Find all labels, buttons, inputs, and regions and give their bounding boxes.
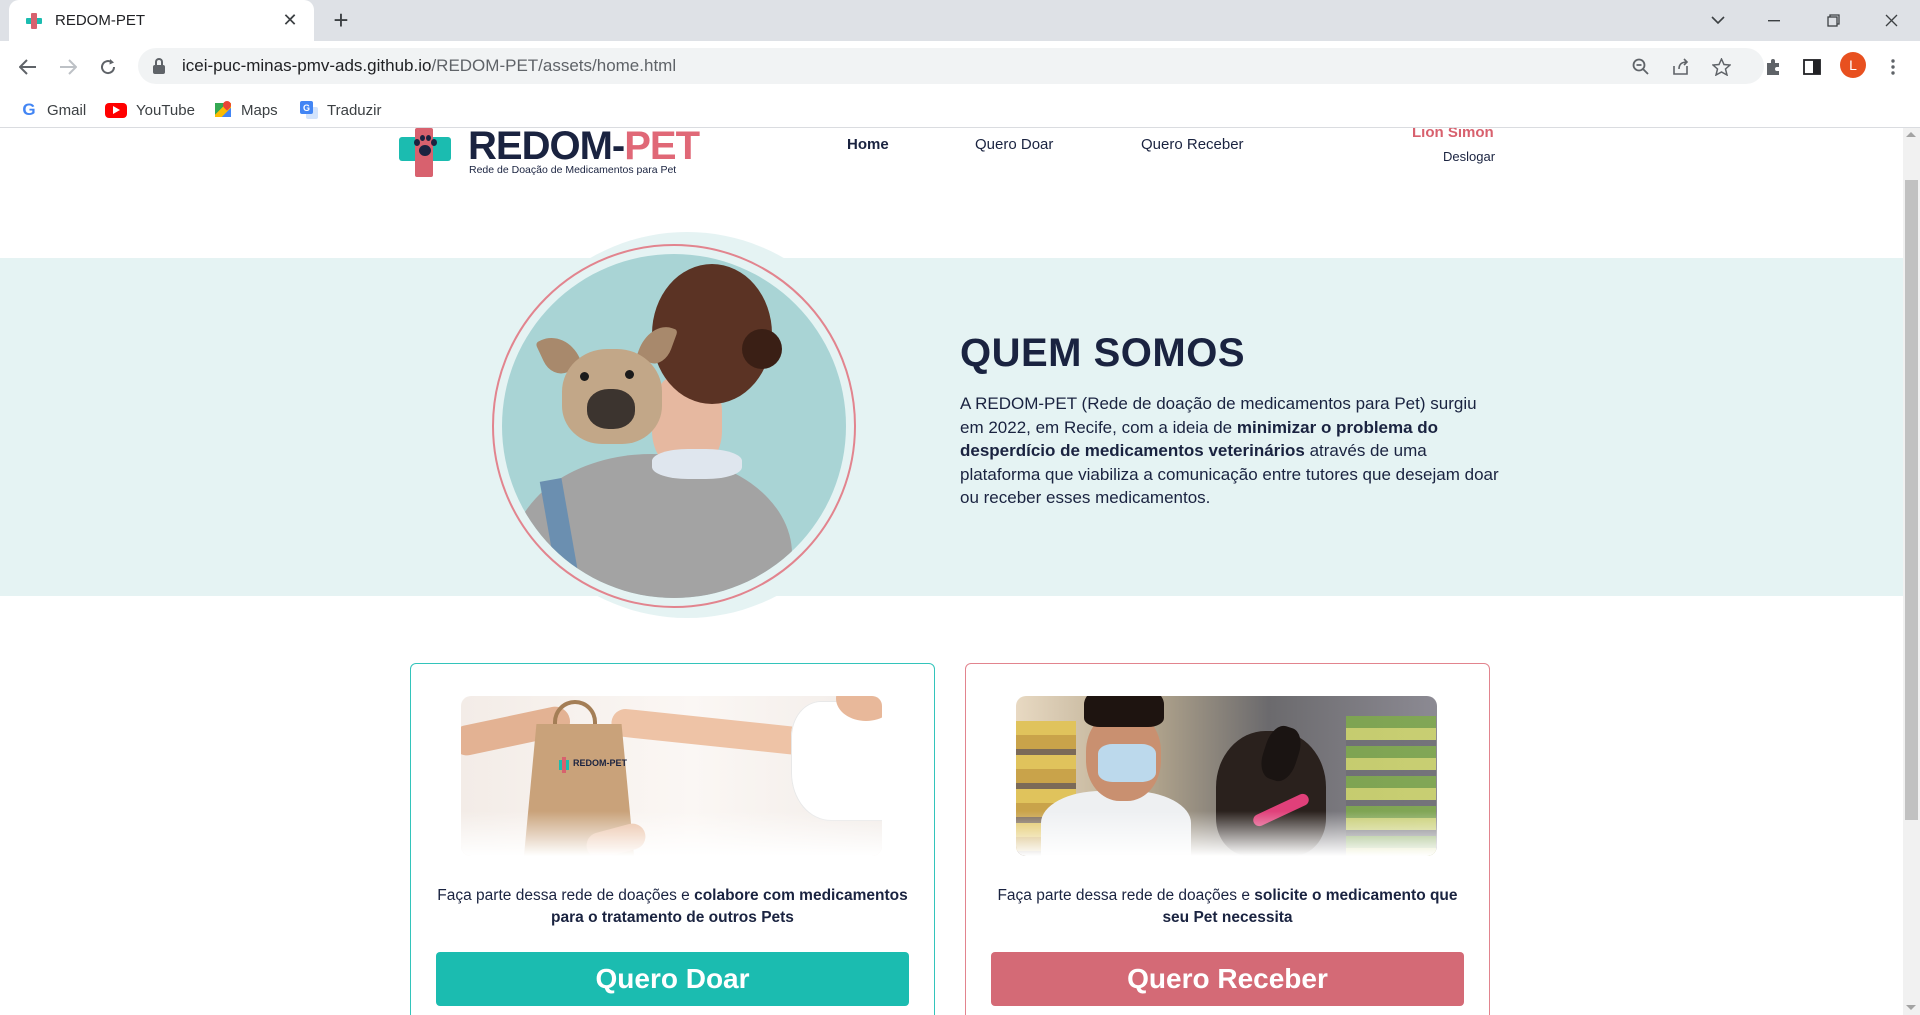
redom-pet-favicon-icon xyxy=(25,12,43,30)
bookmark-label: Maps xyxy=(241,101,278,119)
page-viewport: REDOM-PET Rede de Doação de Medicamentos… xyxy=(0,128,1903,1015)
bag-logo-text: REDOM-PET xyxy=(573,758,627,768)
tab-title: REDOM-PET xyxy=(55,12,145,29)
hero-ring xyxy=(492,244,856,608)
bookmark-traduzir[interactable]: G Traduzir xyxy=(300,99,381,121)
nav-quero-receber[interactable]: Quero Receber xyxy=(1141,136,1244,153)
active-tab[interactable]: REDOM-PET ✕ xyxy=(9,0,314,41)
hero-band xyxy=(0,258,1903,596)
browser-toolbar: icei-puc-minas-pmv-ads.github.io/REDOM-P… xyxy=(0,41,1920,91)
menu-icon[interactable] xyxy=(1880,54,1906,80)
lock-icon[interactable] xyxy=(152,58,166,74)
user-name: Lion Simon xyxy=(1412,128,1494,141)
maps-icon xyxy=(214,99,233,119)
vet-with-dog-image xyxy=(1016,696,1437,856)
scroll-up-icon[interactable] xyxy=(1906,132,1916,137)
extensions-icon[interactable] xyxy=(1760,54,1786,80)
paw-icon xyxy=(413,134,437,160)
forward-icon[interactable] xyxy=(52,51,84,83)
nav-home[interactable]: Home xyxy=(847,136,889,153)
profile-avatar[interactable]: L xyxy=(1840,52,1866,78)
quero-doar-button[interactable]: Quero Doar xyxy=(436,952,909,1006)
scrollbar-thumb[interactable] xyxy=(1905,180,1918,820)
logout-link[interactable]: Deslogar xyxy=(1443,149,1495,164)
tab-search-icon[interactable] xyxy=(1695,0,1741,41)
back-icon[interactable] xyxy=(12,51,44,83)
restore-icon[interactable] xyxy=(1810,0,1856,41)
tab-strip: REDOM-PET ✕ + xyxy=(0,0,1920,41)
share-icon[interactable] xyxy=(1670,56,1692,78)
scroll-down-icon[interactable] xyxy=(1906,1005,1916,1010)
about-title: QUEM SOMOS xyxy=(960,331,1246,375)
close-tab-icon[interactable]: ✕ xyxy=(280,10,300,31)
new-tab-button[interactable]: + xyxy=(326,6,356,36)
close-window-icon[interactable] xyxy=(1868,0,1914,41)
youtube-icon xyxy=(105,102,127,118)
bookmarks-bar: G Gmail YouTube Maps G Traduzir xyxy=(0,91,1920,128)
donate-card: REDOM-PET Faça parte dessa rede de doaçõ… xyxy=(410,663,935,1015)
bookmark-star-icon[interactable] xyxy=(1710,56,1732,78)
url-text: icei-puc-minas-pmv-ads.github.io/REDOM-P… xyxy=(182,56,677,75)
about-text: A REDOM-PET (Rede de doação de medicamen… xyxy=(960,394,1499,507)
donation-bag-handover-image: REDOM-PET xyxy=(461,696,882,856)
address-bar[interactable]: icei-puc-minas-pmv-ads.github.io/REDOM-P… xyxy=(138,48,1764,84)
receive-card-text: Faça parte dessa rede de doações e solic… xyxy=(997,887,1458,926)
bookmark-youtube[interactable]: YouTube xyxy=(105,99,195,121)
reload-icon[interactable] xyxy=(92,51,124,83)
site-header: REDOM-PET Rede de Doação de Medicamentos… xyxy=(0,128,1903,183)
nav-quero-doar[interactable]: Quero Doar xyxy=(975,136,1053,153)
quero-receber-button[interactable]: Quero Receber xyxy=(991,952,1464,1006)
bookmark-label: Gmail xyxy=(47,101,87,119)
site-logo[interactable]: REDOM-PET Rede de Doação de Medicamentos… xyxy=(398,128,708,178)
bookmark-label: Traduzir xyxy=(327,101,382,119)
bookmark-label: YouTube xyxy=(136,101,195,119)
receive-card: Faça parte dessa rede de doações e solic… xyxy=(965,663,1490,1015)
logo-wordmark: REDOM-PET xyxy=(468,128,700,168)
side-panel-icon[interactable] xyxy=(1799,54,1825,80)
logo-tagline: Rede de Doação de Medicamentos para Pet xyxy=(469,164,677,176)
bookmark-maps[interactable]: Maps xyxy=(214,99,278,121)
zoom-icon[interactable] xyxy=(1630,56,1652,78)
translate-icon: G xyxy=(300,101,318,119)
google-icon: G xyxy=(22,100,36,119)
donate-card-text: Faça parte dessa rede de doações e colab… xyxy=(437,887,908,926)
bookmark-gmail[interactable]: G Gmail xyxy=(20,99,86,121)
minimize-icon[interactable] xyxy=(1751,0,1797,41)
